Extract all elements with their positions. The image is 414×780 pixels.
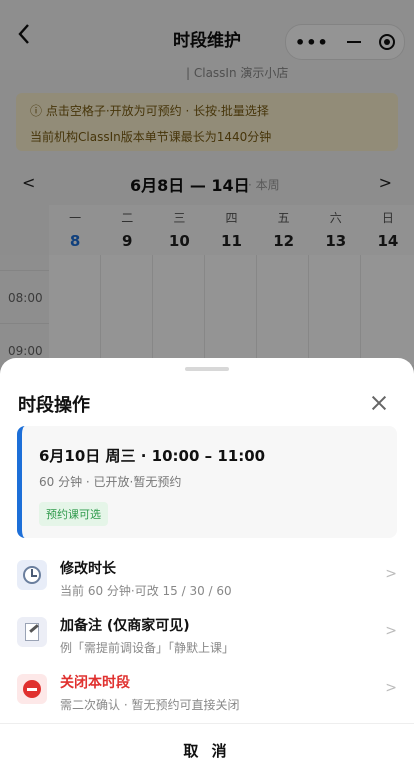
action-description: 需二次确认 · 暂无预约可直接关闭 xyxy=(60,698,240,712)
slot-time: 6月10日 周三 · 10:00 – 11:00 xyxy=(39,447,266,465)
action-description: 例「需提前调设备」「静默上课」 xyxy=(60,641,235,655)
memo-icon xyxy=(17,617,47,647)
action-label: 加备注 (仅商家可见) xyxy=(60,618,190,634)
chevron-right-icon: > xyxy=(385,566,397,582)
action-sheet: 时段操作 6月10日 周三 · 10:00 – 11:00 60 分钟 · 已开… xyxy=(0,358,414,780)
chevron-right-icon: > xyxy=(385,680,397,696)
close-icon[interactable] xyxy=(370,394,388,412)
edit-duration-action[interactable]: 修改时长 当前 60 分钟·可改 15 / 30 / 60 > xyxy=(17,556,397,606)
action-label: 关闭本时段 xyxy=(60,675,130,691)
divider xyxy=(0,723,414,724)
slot-summary-card: 6月10日 周三 · 10:00 – 11:00 60 分钟 · 已开放·暂无预… xyxy=(17,426,397,538)
cancel-button[interactable]: 取 消 xyxy=(0,740,414,761)
action-description: 当前 60 分钟·可改 15 / 30 / 60 xyxy=(60,584,232,598)
add-note-action[interactable]: 加备注 (仅商家可见) 例「需提前调设备」「静默上课」 > xyxy=(17,613,397,663)
action-label: 修改时长 xyxy=(60,561,116,577)
status-badge: 预约课可选 xyxy=(39,502,108,526)
slot-meta: 60 分钟 · 已开放·暂无预约 xyxy=(39,475,182,489)
clock-icon xyxy=(17,560,47,590)
sheet-title: 时段操作 xyxy=(18,395,90,416)
drag-handle[interactable] xyxy=(185,367,229,371)
chevron-right-icon: > xyxy=(385,623,397,639)
no-entry-icon xyxy=(17,674,47,704)
close-slot-action[interactable]: 关闭本时段 需二次确认 · 暂无预约可直接关闭 > xyxy=(17,670,397,720)
